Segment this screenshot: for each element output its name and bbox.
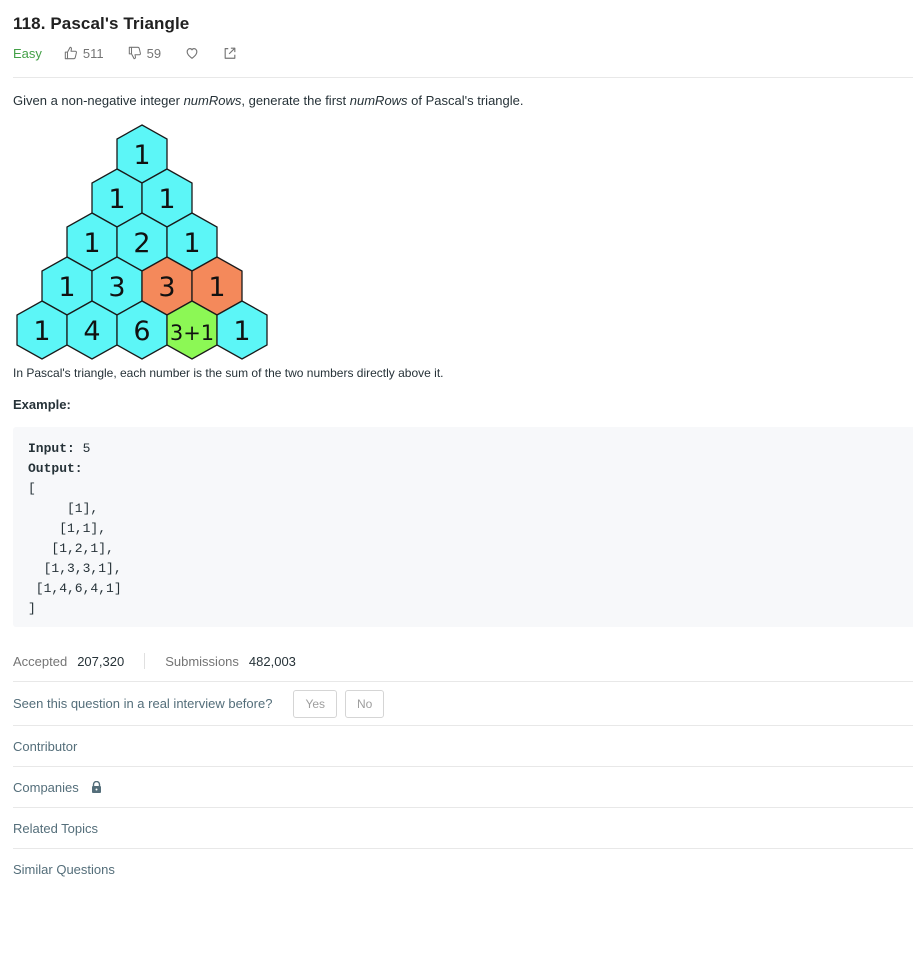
yes-button[interactable]: Yes [293, 689, 338, 718]
like-button[interactable]: 511 [64, 46, 104, 61]
output-line: [1,3,3,1], [28, 561, 122, 576]
interview-question-text: Seen this question in a real interview b… [13, 696, 273, 711]
problem-description: Given a non-negative integer numRows, ge… [13, 93, 524, 108]
input-value: 5 [74, 441, 91, 456]
variable-name: numRows [349, 93, 408, 108]
accepted-label: Accepted [13, 653, 68, 669]
triangle-cell-value: 1 [208, 272, 225, 303]
triangle-cell-value: 1 [83, 228, 100, 259]
companies-label: Companies [13, 779, 79, 795]
similar-questions-label: Similar Questions [13, 861, 115, 877]
similar-questions-section[interactable]: Similar Questions [13, 848, 913, 889]
thumbs-up-icon [64, 46, 77, 60]
like-count: 511 [82, 45, 104, 61]
dislike-button[interactable]: 59 [128, 46, 161, 61]
triangle-cell-value: 1 [133, 140, 150, 171]
share-icon [224, 47, 236, 59]
submissions-count: 482,003 [248, 653, 296, 669]
thumbs-down-icon [128, 46, 141, 60]
triangle-cell-value: 1 [183, 228, 200, 259]
input-label: Input: [28, 441, 75, 456]
interview-question-row: Seen this question in a real interview b… [13, 681, 913, 725]
triangle-cell-value: 4 [83, 316, 100, 347]
triangle-cell-value: 1 [33, 316, 50, 347]
submissions-label: Submissions [165, 653, 239, 669]
problem-meta-bar: Easy 511 59 [13, 44, 261, 62]
triangle-cell-value: 3 [158, 272, 175, 303]
dislike-count: 59 [146, 45, 162, 61]
triangle-cell-value: 1 [58, 272, 75, 303]
description-text: of Pascal's triangle. [407, 93, 524, 108]
contributor-section[interactable]: Contributor [13, 725, 913, 766]
share-button[interactable] [223, 46, 237, 60]
triangle-cell-value: 2 [133, 228, 150, 259]
accepted-count: 207,320 [77, 653, 125, 669]
pascal-triangle-diagram: 11 11 2 11 3 3 11 4 6 3+1 1 [16, 124, 268, 360]
triangle-cell-value: 1 [108, 184, 125, 215]
contributor-label: Contributor [13, 738, 78, 754]
description-text: , generate the first [241, 93, 350, 108]
heart-icon [186, 48, 198, 59]
stats-divider [144, 653, 146, 669]
problem-title: 118. Pascal's Triangle [13, 14, 190, 33]
header-divider [13, 77, 913, 78]
difficulty-badge: Easy [13, 45, 42, 61]
output-label: Output: [28, 461, 83, 476]
no-button[interactable]: No [345, 689, 385, 718]
example-label: Example: [13, 397, 71, 412]
output-line: [ [28, 481, 36, 496]
triangle-cell-value: 3+1 [170, 321, 214, 345]
output-line: ] [28, 601, 36, 616]
triangle-cell-value: 3 [108, 272, 125, 303]
related-topics-section[interactable]: Related Topics [13, 807, 913, 848]
output-line: [1], [28, 501, 99, 516]
variable-name: numRows [183, 93, 242, 108]
description-text: Given a non-negative integer [13, 93, 184, 108]
triangle-cell-value: 1 [158, 184, 175, 215]
output-line: [1,4,6,4,1] [28, 581, 122, 596]
lock-icon [91, 781, 101, 793]
triangle-cell-value: 1 [233, 316, 250, 347]
output-line: [1,2,1], [28, 541, 114, 556]
triangle-caption: In Pascal's triangle, each number is the… [13, 366, 444, 380]
submission-stats: Accepted 207,320 Submissions 482,003 [13, 652, 296, 670]
output-line: [1,1], [28, 521, 107, 536]
favorite-button[interactable] [185, 46, 199, 60]
companies-section[interactable]: Companies [13, 766, 913, 807]
related-topics-label: Related Topics [13, 820, 99, 836]
triangle-cell-value: 6 [133, 316, 150, 347]
example-code-block: Input: 5 Output: [ [1], [1,1], [1,2,1], … [13, 427, 913, 627]
